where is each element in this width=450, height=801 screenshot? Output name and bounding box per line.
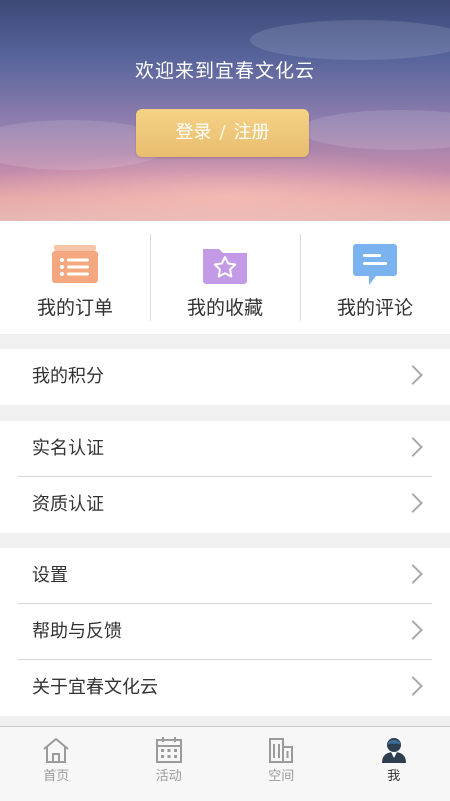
chevron-right-icon bbox=[403, 365, 423, 385]
my-points-row[interactable]: 我的积分 bbox=[0, 349, 450, 405]
cloud-shape bbox=[250, 20, 450, 60]
login-label: 登录 bbox=[175, 122, 211, 143]
bottom-tab-bar: 首页 活动 空间 我 bbox=[0, 726, 450, 801]
settings-label: 设置 bbox=[32, 565, 68, 586]
register-label: 注册 bbox=[234, 122, 270, 143]
chevron-right-icon bbox=[403, 620, 423, 640]
home-icon bbox=[41, 736, 71, 764]
my-comments-button[interactable]: 我的评论 bbox=[300, 221, 450, 334]
my-favorites-label: 我的收藏 bbox=[150, 293, 300, 320]
tab-home-label: 首页 bbox=[0, 765, 113, 784]
order-list-icon bbox=[50, 239, 100, 289]
tab-home[interactable]: 首页 bbox=[0, 727, 113, 801]
realname-verification-label: 实名认证 bbox=[32, 438, 104, 459]
verification-group: 实名认证 资质认证 bbox=[0, 421, 450, 533]
help-feedback-row[interactable]: 帮助与反馈 bbox=[0, 604, 450, 660]
chevron-right-icon bbox=[403, 493, 423, 513]
chevron-right-icon bbox=[403, 437, 423, 457]
user-icon bbox=[380, 736, 408, 764]
my-comments-label: 我的评论 bbox=[300, 293, 450, 320]
tab-spaces[interactable]: 空间 bbox=[225, 727, 338, 801]
tab-spaces-label: 空间 bbox=[225, 765, 338, 784]
favorite-folder-icon bbox=[200, 239, 250, 289]
login-register-button[interactable]: 登录 / 注册 bbox=[136, 109, 309, 157]
qualification-verification-label: 资质认证 bbox=[32, 494, 104, 515]
qualification-verification-row[interactable]: 资质认证 bbox=[0, 477, 450, 533]
my-points-label: 我的积分 bbox=[32, 366, 104, 387]
settings-group: 设置 帮助与反馈 关于宜春文化云 bbox=[0, 548, 450, 716]
about-label: 关于宜春文化云 bbox=[32, 677, 158, 698]
chevron-right-icon bbox=[403, 676, 423, 696]
calendar-icon bbox=[155, 736, 183, 764]
quick-actions: 我的订单 我的收藏 我的评论 bbox=[0, 221, 450, 334]
my-favorites-button[interactable]: 我的收藏 bbox=[150, 221, 300, 334]
points-group: 我的积分 bbox=[0, 349, 450, 405]
my-orders-label: 我的订单 bbox=[0, 293, 150, 320]
about-row[interactable]: 关于宜春文化云 bbox=[0, 660, 450, 716]
chevron-right-icon bbox=[403, 564, 423, 584]
building-icon bbox=[267, 736, 295, 764]
cloud-shape bbox=[300, 110, 450, 150]
tab-activities[interactable]: 活动 bbox=[113, 727, 226, 801]
tab-me[interactable]: 我 bbox=[338, 727, 450, 801]
realname-verification-row[interactable]: 实名认证 bbox=[0, 421, 450, 477]
tab-me-label: 我 bbox=[338, 765, 450, 784]
comment-icon bbox=[350, 239, 400, 289]
settings-row[interactable]: 设置 bbox=[0, 548, 450, 604]
welcome-text: 欢迎来到宜春文化云 bbox=[0, 56, 450, 83]
login-divider: / bbox=[219, 122, 225, 143]
help-feedback-label: 帮助与反馈 bbox=[32, 621, 122, 642]
tab-activities-label: 活动 bbox=[113, 765, 226, 784]
my-orders-button[interactable]: 我的订单 bbox=[0, 221, 150, 334]
profile-header: 欢迎来到宜春文化云 登录 / 注册 bbox=[0, 0, 450, 221]
